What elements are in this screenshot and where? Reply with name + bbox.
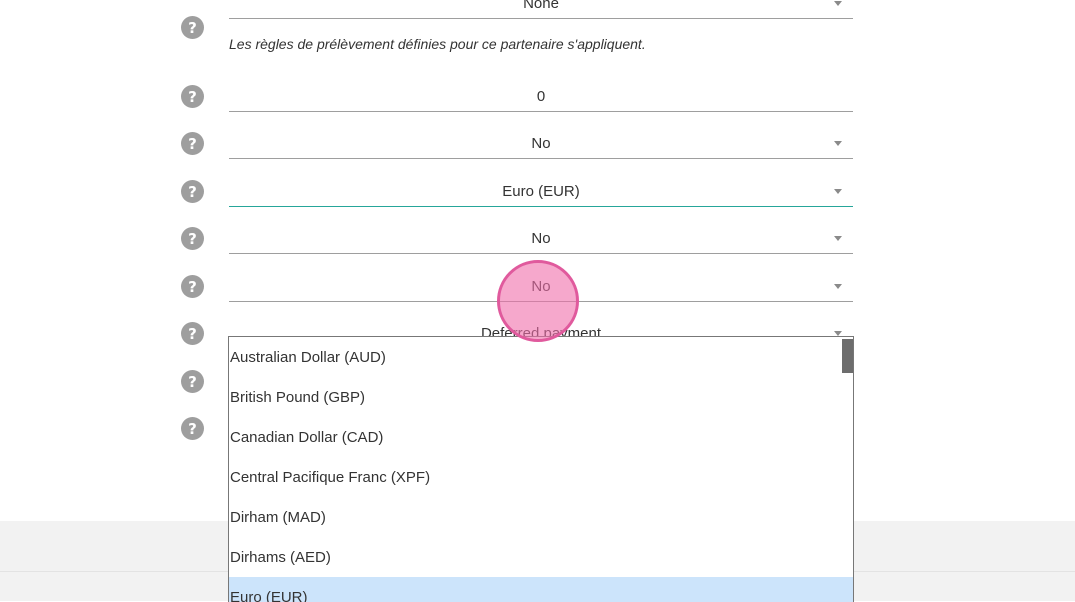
- help-icon[interactable]: ?: [181, 275, 204, 298]
- caret-down-icon: [834, 235, 842, 241]
- help-icon[interactable]: ?: [181, 417, 204, 440]
- dropdown-option[interactable]: Australian Dollar (AUD): [229, 337, 853, 377]
- select-value: No: [531, 230, 551, 247]
- caret-down-icon: [834, 188, 842, 194]
- help-icon[interactable]: ?: [181, 16, 204, 39]
- dropdown-option[interactable]: Central Pacifique Franc (XPF): [229, 457, 853, 497]
- currency-select[interactable]: Euro (EUR): [229, 177, 853, 207]
- number-value: 0: [536, 88, 546, 105]
- help-icon[interactable]: ?: [181, 370, 204, 393]
- dropdown-scrollbar[interactable]: [842, 339, 853, 373]
- dropdown-option[interactable]: Dirham (MAD): [229, 497, 853, 537]
- caret-down-icon: [834, 140, 842, 146]
- dropdown-option[interactable]: Dirhams (AED): [229, 537, 853, 577]
- caret-down-icon: [834, 330, 842, 336]
- select-value: No: [531, 135, 551, 152]
- dropdown-option[interactable]: Canadian Dollar (CAD): [229, 417, 853, 457]
- select-field-2[interactable]: No: [229, 129, 853, 159]
- dropdown-option[interactable]: British Pound (GBP): [229, 377, 853, 417]
- help-icon[interactable]: ?: [181, 227, 204, 250]
- currency-dropdown-list[interactable]: Australian Dollar (AUD) British Pound (G…: [228, 336, 854, 602]
- caret-down-icon: [834, 0, 842, 6]
- select-value: Euro (EUR): [502, 183, 580, 200]
- field-note: Les règles de prélèvement définies pour …: [229, 36, 646, 52]
- help-icon[interactable]: ?: [181, 132, 204, 155]
- select-field-4[interactable]: No: [229, 224, 853, 254]
- caret-down-icon: [834, 283, 842, 289]
- dropdown-option-selected[interactable]: Euro (EUR): [229, 577, 853, 602]
- help-icon[interactable]: ?: [181, 180, 204, 203]
- number-field[interactable]: 0: [229, 82, 853, 112]
- select-field-1[interactable]: None: [229, 0, 853, 19]
- help-icon[interactable]: ?: [181, 85, 204, 108]
- touch-indicator: [497, 260, 579, 342]
- select-value: None: [523, 0, 559, 12]
- help-icon[interactable]: ?: [181, 322, 204, 345]
